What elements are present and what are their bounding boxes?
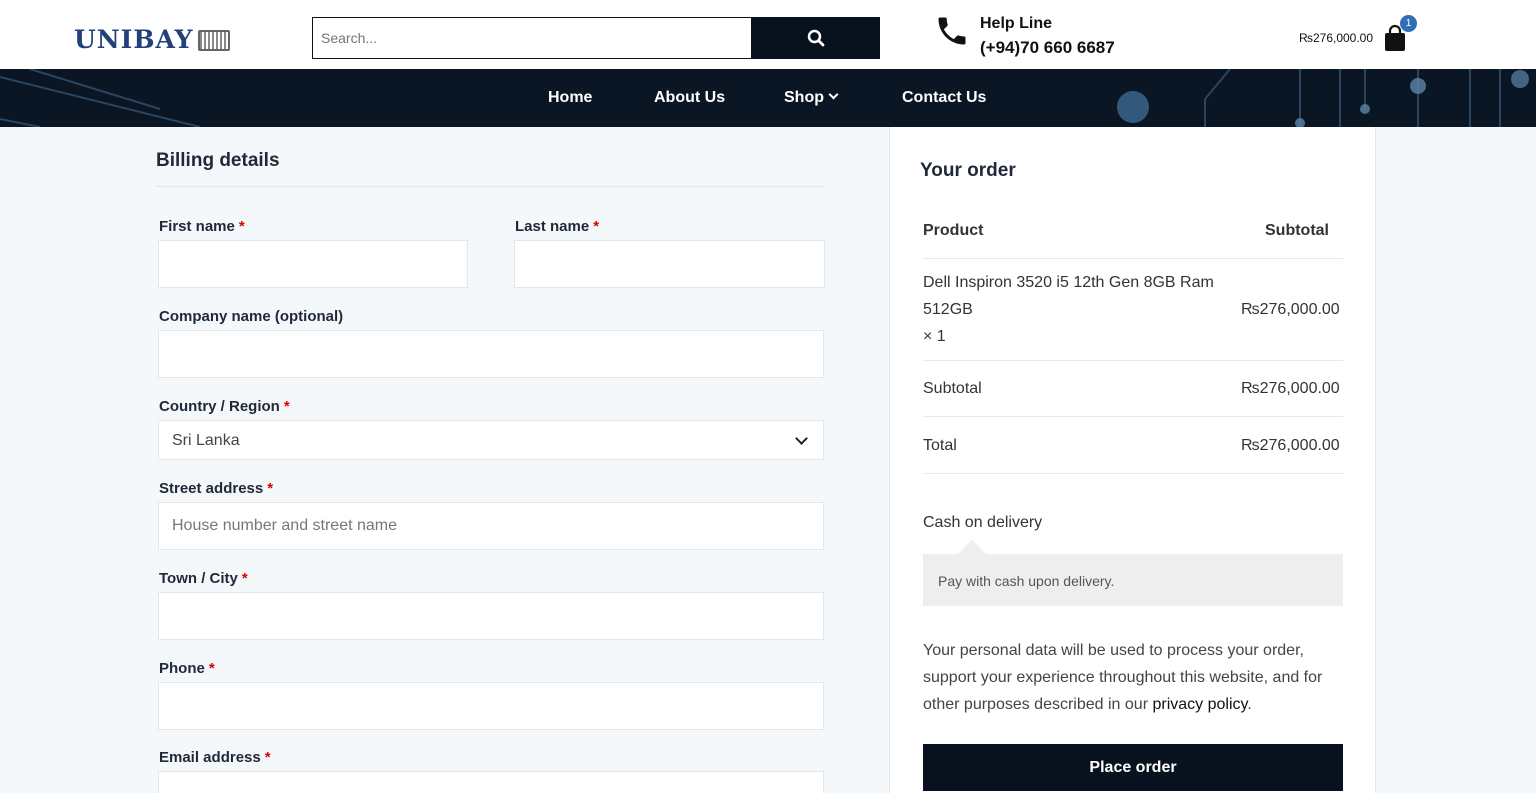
order-title: Your order <box>920 160 1016 181</box>
cart-total[interactable]: ₨276,000.00 <box>1299 31 1373 45</box>
product-name-line2: 512GB <box>923 301 973 318</box>
payment-description: Pay with cash upon delivery. <box>923 554 1343 606</box>
total-label: Total <box>923 437 957 454</box>
help-line-label: Help Line <box>980 15 1053 32</box>
payment-method-cod[interactable]: Cash on delivery <box>923 514 1042 532</box>
place-order-button[interactable]: Place order <box>923 744 1343 791</box>
main-navigation: Home About Us Shop Contact Us <box>0 69 1536 127</box>
subtotal-label: Subtotal <box>923 380 982 397</box>
search-input[interactable] <box>312 17 752 59</box>
product-price: ₨276,000.00 <box>1241 301 1340 318</box>
required-mark: * <box>241 570 248 587</box>
chevron-down-icon <box>795 432 808 445</box>
company-name-label: Company name (optional) <box>159 308 344 325</box>
label-text: Last name <box>515 218 590 235</box>
label-text: Town / City <box>159 570 238 587</box>
last-name-label: Last name * <box>515 218 599 235</box>
divider <box>923 416 1343 417</box>
street-address-label: Street address * <box>159 480 273 497</box>
town-city-label: Town / City * <box>159 570 248 587</box>
search-icon <box>807 29 824 47</box>
phone-label: Phone * <box>159 660 215 677</box>
label-text: Street address <box>159 480 264 497</box>
privacy-policy-link[interactable]: privacy policy <box>1152 696 1247 713</box>
subtotal-value: ₨276,000.00 <box>1241 380 1340 397</box>
country-label: Country / Region * <box>159 398 290 415</box>
required-mark: * <box>267 480 274 497</box>
privacy-notice: Your personal data will be used to proce… <box>923 637 1348 718</box>
email-label: Email address * <box>159 749 271 766</box>
divider <box>156 186 826 187</box>
nav-shop-label: Shop <box>784 89 824 106</box>
product-column-header: Product <box>923 222 984 239</box>
nav-about-us[interactable]: About Us <box>654 89 725 107</box>
help-line-number[interactable]: (+94)70 660 6687 <box>980 38 1115 58</box>
label-text: Phone <box>159 660 205 677</box>
label-text: Country / Region <box>159 398 280 415</box>
town-city-field[interactable] <box>158 592 824 640</box>
email-field[interactable] <box>158 771 824 793</box>
logo-text: UNIBAY <box>74 25 194 54</box>
required-mark: * <box>593 218 600 235</box>
billing-title: Billing details <box>156 150 280 171</box>
circuit-decoration <box>0 69 1529 127</box>
divider <box>923 473 1343 474</box>
first-name-label: First name * <box>159 218 245 235</box>
total-value: ₨276,000.00 <box>1241 437 1340 454</box>
site-header: UNIBAY Help Line (+94)70 660 6687 ₨276,0… <box>0 0 1536 69</box>
company-name-field[interactable] <box>158 330 824 378</box>
order-summary-panel: Your order Product Subtotal Dell Inspiro… <box>889 127 1376 793</box>
country-select[interactable]: Sri Lanka <box>158 420 824 460</box>
required-mark: * <box>264 749 271 766</box>
nav-shop[interactable]: Shop <box>784 89 839 107</box>
product-quantity: × 1 <box>923 328 946 345</box>
nav-home[interactable]: Home <box>548 89 592 107</box>
required-mark: * <box>283 398 290 415</box>
country-value: Sri Lanka <box>172 432 240 449</box>
last-name-field[interactable] <box>514 240 825 288</box>
label-text: Email address <box>159 749 261 766</box>
phone-icon <box>938 17 966 45</box>
divider <box>923 360 1343 361</box>
street-address-field[interactable] <box>158 502 824 550</box>
divider <box>923 258 1343 259</box>
cart-count-badge: 1 <box>1400 15 1417 32</box>
privacy-text: Your personal data will be used to proce… <box>923 642 1323 713</box>
privacy-period: . <box>1247 696 1252 713</box>
required-mark: * <box>238 218 245 235</box>
phone-field[interactable] <box>158 682 824 730</box>
first-name-field[interactable] <box>158 240 468 288</box>
keyboard-logo-icon <box>198 29 231 51</box>
search-button[interactable] <box>751 17 880 59</box>
label-text: First name <box>159 218 235 235</box>
nav-contact-us[interactable]: Contact Us <box>902 89 986 107</box>
payment-box-pointer <box>958 540 986 554</box>
site-logo[interactable]: UNIBAY <box>74 25 231 54</box>
required-mark: * <box>208 660 215 677</box>
chevron-down-icon <box>828 89 839 100</box>
subtotal-column-header: Subtotal <box>1265 222 1329 239</box>
product-name-line1: Dell Inspiron 3520 i5 12th Gen 8GB Ram <box>923 274 1214 291</box>
